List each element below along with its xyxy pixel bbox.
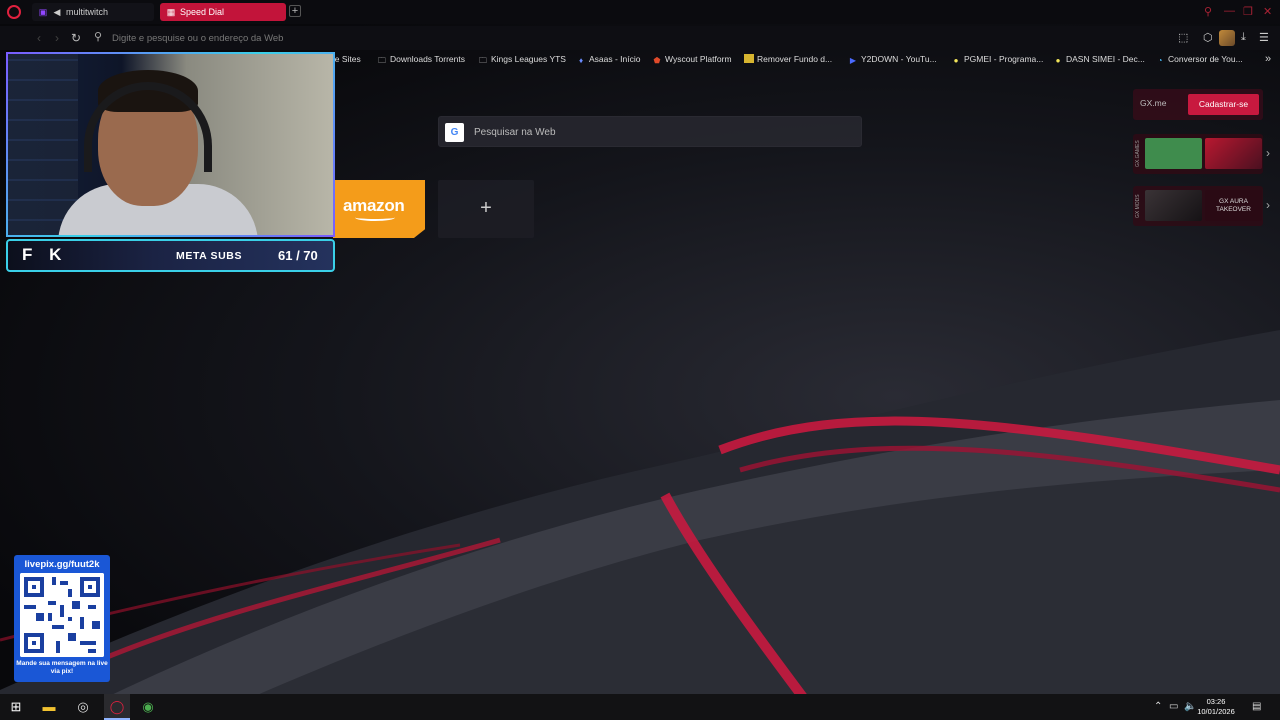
address-bar: ‹ › ↻ ⚲: [0, 26, 1280, 50]
tab-label: Speed Dial: [180, 7, 225, 17]
livepix-link: livepix.gg/fuut2k: [24, 559, 100, 570]
back-icon[interactable]: ‹: [37, 31, 41, 45]
sub-goal-label: META SUBS: [176, 250, 243, 262]
url-input[interactable]: [112, 30, 712, 46]
bookmark-item[interactable]: ▶ Y2DOWN - YouTu...: [848, 54, 937, 65]
game-thumbnail[interactable]: [1205, 138, 1262, 169]
taskbar: ⊞ ▬ ◎ ◯ ◉ ⌃ ▭ 🔈 03:26 10/01/2026 ▤: [0, 694, 1280, 720]
snapshot-icon[interactable]: ⬚: [1178, 31, 1188, 44]
sub-goal-bar: F K META SUBS 61 / 70: [6, 239, 335, 272]
tab-speed-dial[interactable]: ▦ Speed Dial: [160, 3, 286, 21]
web-search-input[interactable]: [474, 124, 844, 140]
forward-icon[interactable]: ›: [55, 31, 59, 45]
channel-logo: F K: [22, 245, 68, 264]
easy-setup-icon[interactable]: ☰: [1259, 31, 1269, 44]
bookmark-item[interactable]: ◔ Conversor de You...: [1155, 54, 1243, 65]
y2down-icon: ▶: [849, 56, 857, 65]
amazon-logo: amazon: [343, 196, 405, 215]
wyscout-icon: ⬟: [653, 56, 661, 65]
amazon-smile-icon: [355, 214, 395, 221]
sub-goal-count: 61 / 70: [278, 248, 318, 263]
web-search-box: G: [438, 116, 862, 147]
obs-icon[interactable]: ◎: [74, 698, 92, 716]
search-tabs-icon[interactable]: ⚲: [1204, 5, 1212, 18]
opera-gx-taskbar-icon[interactable]: ◯: [108, 698, 126, 716]
speed-dial-icon: ▦: [166, 7, 176, 17]
clock-date: 10/01/2026: [1197, 706, 1235, 716]
bookmark-item[interactable]: ● PGMEI - Programa...: [951, 54, 1044, 65]
livepix-caption: Mande sua mensagem na live via pix!: [16, 660, 108, 675]
converter-icon: ◔: [1157, 56, 1163, 65]
bookmarks-more-icon[interactable]: »: [1265, 53, 1271, 65]
signup-button[interactable]: Cadastrar-se: [1188, 94, 1259, 115]
new-tab-button[interactable]: +: [289, 5, 301, 17]
chevron-right-icon[interactable]: ›: [1266, 146, 1270, 160]
tab-multitwitch[interactable]: ▣ ◀ multitwitch: [32, 3, 154, 21]
plus-icon: +: [480, 197, 492, 219]
chrome-icon[interactable]: ◉: [139, 698, 157, 716]
mod-title[interactable]: GX AURA TAKEOVER: [1205, 190, 1262, 221]
mod-thumbnail[interactable]: [1145, 190, 1202, 221]
download-icon[interactable]: ⤓: [1241, 31, 1246, 44]
folder-icon: 🗀: [479, 56, 487, 65]
bookmark-item[interactable]: ⬟ Wyscout Platform: [652, 54, 732, 65]
gx-me-link[interactable]: GX.me: [1140, 98, 1166, 108]
search-icon: ⚲: [94, 31, 103, 43]
close-icon[interactable]: ✕: [1263, 5, 1272, 18]
bookmarks-bar: ne Sites 🗀 Downloads Torrents 🗀 Kings Leag…: [330, 52, 1280, 68]
webcam-overlay: [6, 52, 335, 237]
bookmark-folder[interactable]: 🗀 Downloads Torrents: [377, 54, 465, 65]
folder-icon: 🗀: [378, 56, 386, 65]
bookmark-item[interactable]: ● DASN SIMEI - Dec...: [1053, 54, 1145, 65]
clock-time: 03:26: [1206, 697, 1226, 706]
speed-dial-add-button[interactable]: +: [438, 180, 534, 238]
remove-bg-icon: [744, 54, 754, 63]
bookmark-item[interactable]: Remover Fundo d...: [744, 54, 832, 64]
minimize-icon[interactable]: —: [1224, 5, 1235, 17]
extensions-icon[interactable]: ⬡: [1203, 31, 1213, 44]
notifications-icon[interactable]: ▤: [1252, 701, 1261, 712]
tray-chevron-icon[interactable]: ⌃: [1154, 701, 1162, 712]
twitch-icon: ▣: [38, 7, 48, 17]
gx-mods-tag: GX MODS: [1135, 194, 1141, 218]
bookmark-item[interactable]: ♦ Asaas - Início: [576, 54, 641, 65]
dasn-icon: ●: [1055, 56, 1061, 65]
speed-dial-amazon[interactable]: amazon: [333, 180, 425, 238]
file-explorer-icon[interactable]: ▬: [40, 698, 58, 716]
desktop: ▣ ◀ multitwitch ▦ Speed Dial + ⚲ — ❐ ✕ ‹ › …: [0, 0, 1280, 720]
tab-bar: ▣ ◀ multitwitch ▦ Speed Dial + ⚲ — ❐ ✕: [0, 0, 1280, 24]
bookmark-folder[interactable]: 🗀 Kings Leagues YTS: [478, 54, 566, 65]
tab-label: multitwitch: [66, 7, 109, 17]
network-icon[interactable]: ▭: [1169, 701, 1178, 712]
streamer-image: [58, 64, 258, 235]
speaker-icon: ◀: [53, 7, 61, 17]
qr-code-icon: [20, 573, 104, 657]
livepix-qr-overlay: livepix.gg/fuut2k Mande sua mensagem na …: [14, 555, 110, 682]
google-icon: G: [445, 123, 464, 142]
windows-start-icon[interactable]: ⊞: [7, 698, 25, 716]
game-thumbnail[interactable]: [1145, 138, 1202, 169]
profile-avatar[interactable]: [1219, 30, 1235, 46]
maximize-icon[interactable]: ❐: [1243, 5, 1253, 18]
url-box: ⚲: [88, 29, 1168, 47]
opera-logo-icon[interactable]: [7, 5, 21, 19]
reload-icon[interactable]: ↻: [71, 31, 81, 45]
asaas-icon: ♦: [578, 56, 584, 65]
system-clock[interactable]: 03:26 10/01/2026: [1194, 697, 1238, 716]
gx-games-tag: GX.GAMES: [1135, 140, 1141, 168]
gx-games-card[interactable]: GX.GAMES: [1133, 134, 1263, 174]
chevron-right-icon[interactable]: ›: [1266, 198, 1270, 212]
pgmei-icon: ●: [953, 56, 959, 65]
gx-mods-card[interactable]: GX MODS GX AURA TAKEOVER: [1133, 186, 1263, 226]
